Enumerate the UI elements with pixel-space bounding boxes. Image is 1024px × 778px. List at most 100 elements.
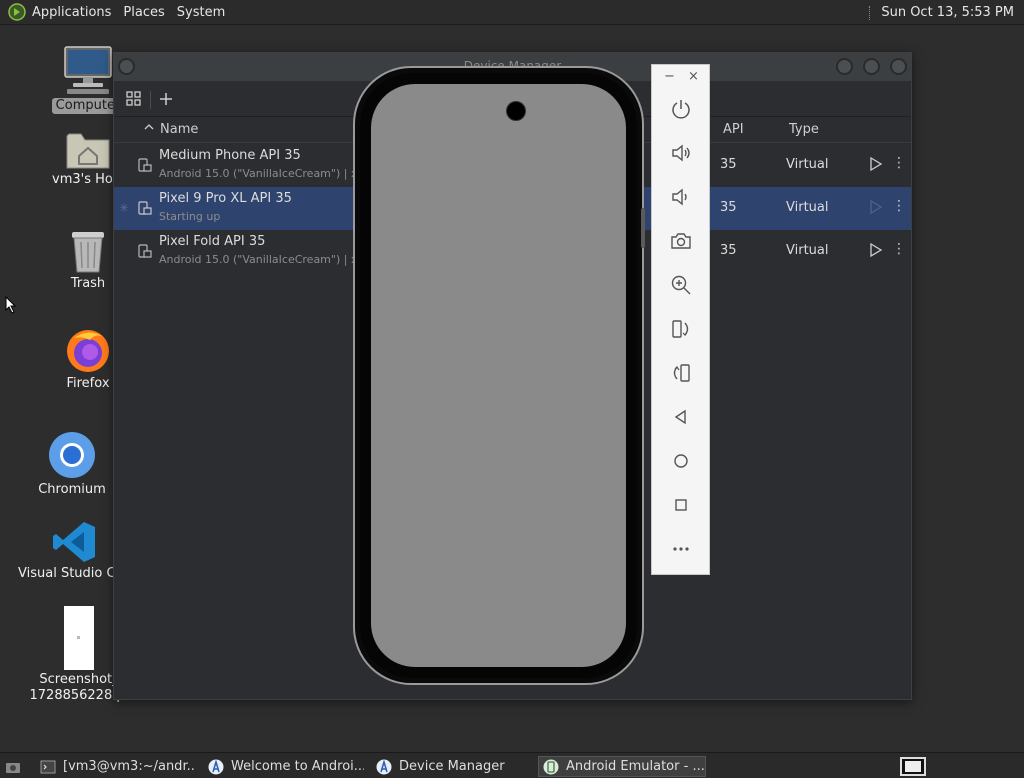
play-icon[interactable]: [869, 156, 883, 172]
clock-area[interactable]: Sun Oct 13, 5:53 PM: [869, 0, 1014, 25]
minimize-button[interactable]: [836, 58, 853, 75]
column-header-type[interactable]: Type: [789, 122, 819, 137]
device-type: Virtual: [786, 243, 829, 258]
show-desktop-icon: [6, 762, 20, 773]
rotate-left-button[interactable]: [668, 316, 694, 342]
workspace-switcher[interactable]: [900, 757, 926, 776]
more-options-icon[interactable]: ⋮: [892, 156, 906, 170]
more-icon: [673, 547, 689, 551]
rotate-right-icon: [673, 364, 690, 382]
grid-icon: [126, 91, 141, 106]
power-icon: [672, 100, 690, 119]
system-menu-label: System: [176, 4, 226, 20]
volume-up-icon: [672, 144, 690, 162]
taskbar-item-welcome[interactable]: Welcome to Androi...: [204, 756, 364, 777]
device-subtitle: Starting up: [159, 210, 221, 223]
clock: Sun Oct 13, 5:53 PM: [881, 5, 1014, 20]
device-type: Virtual: [786, 200, 829, 215]
show-desktop-button[interactable]: [2, 756, 24, 777]
places-menu[interactable]: Places: [117, 0, 170, 25]
device-subtitle: Android 15.0 ("VanillaIceCream") | x86: [159, 167, 354, 180]
column-header-api[interactable]: API: [723, 122, 744, 137]
rotate-left-icon: [672, 320, 689, 338]
emulator-phone-frame: [353, 66, 645, 685]
back-icon: [674, 409, 686, 425]
taskbar-item-label: [vm3@vm3:~/andr...: [63, 759, 194, 774]
home-button[interactable]: [668, 448, 694, 474]
taskbar-item-label: Device Manager: [399, 759, 505, 774]
taskbar-item-device-manager[interactable]: Device Manager: [372, 756, 532, 777]
emulator-control-panel: − ×: [651, 64, 710, 575]
device-name: Pixel 9 Pro XL API 35: [159, 191, 292, 206]
column-header-name[interactable]: Name: [160, 122, 198, 137]
volume-down-button[interactable]: [668, 184, 694, 210]
applications-menu[interactable]: Applications: [0, 0, 117, 25]
home-icon: [674, 454, 688, 468]
virtual-device-icon: [138, 201, 152, 215]
sort-ascending-icon[interactable]: [144, 121, 154, 136]
taskbar-item-label: Android Emulator - ...: [566, 759, 705, 774]
play-icon-disabled: [870, 199, 883, 215]
firefox-icon: [67, 330, 109, 372]
rotate-right-button[interactable]: [668, 360, 694, 386]
device-api: 35: [720, 200, 737, 215]
camera-icon: [671, 233, 691, 249]
system-menu[interactable]: System: [171, 0, 231, 25]
android-studio-icon: [376, 758, 392, 774]
taskbar-item-label: Welcome to Androi...: [231, 759, 364, 774]
taskbar-item-android-emulator[interactable]: Android Emulator - ...: [538, 756, 706, 777]
maximize-button[interactable]: [863, 58, 880, 75]
back-button[interactable]: [668, 404, 694, 430]
play-icon[interactable]: [869, 242, 883, 258]
minimize-emulator-button[interactable]: −: [664, 69, 675, 84]
phone-bezel: [360, 73, 637, 678]
toolbar-separator: [150, 91, 151, 109]
chromium-icon: [49, 432, 95, 478]
panel-separator: [869, 5, 871, 20]
top-panel: Applications Places System Sun Oct 13, 5…: [0, 0, 1024, 25]
workspace-active: [905, 761, 921, 772]
taskbar-item-terminal[interactable]: [vm3@vm3:~/andr...: [36, 756, 194, 777]
mouse-pointer-icon: [5, 296, 17, 314]
image-file-icon: [64, 606, 94, 670]
overview-icon: [675, 499, 687, 511]
home-folder-icon: [66, 133, 110, 169]
emulator-icon: [543, 759, 559, 774]
power-button[interactable]: [668, 96, 694, 122]
screenshot-button[interactable]: [668, 228, 694, 254]
plus-icon: [160, 93, 172, 105]
device-name: Medium Phone API 35: [159, 148, 301, 163]
close-emulator-button[interactable]: ×: [688, 69, 699, 84]
device-api: 35: [720, 243, 737, 258]
add-device-button[interactable]: [156, 89, 176, 109]
places-menu-label: Places: [123, 4, 165, 20]
phone-power-button: [641, 208, 645, 248]
more-controls-button[interactable]: [668, 536, 694, 562]
android-studio-icon: [208, 758, 224, 774]
loading-spinner-icon: ✳: [119, 201, 130, 215]
device-subtitle: Android 15.0 ("VanillaIceCream") | x86: [159, 253, 354, 266]
vscode-icon: [53, 522, 95, 562]
virtual-device-icon: [138, 158, 152, 172]
device-api: 35: [720, 157, 737, 172]
more-options-icon[interactable]: ⋮: [892, 199, 906, 213]
overview-button[interactable]: [668, 492, 694, 518]
volume-down-icon: [672, 188, 687, 206]
trash-icon: [72, 232, 104, 273]
applications-menu-label: Applications: [32, 4, 112, 20]
zoom-button[interactable]: [668, 272, 694, 298]
computer-icon: [64, 46, 112, 94]
distro-logo-icon: [8, 3, 26, 21]
bottom-taskbar: [vm3@vm3:~/andr... Welcome to Androi... …: [0, 752, 1024, 778]
grid-view-button[interactable]: [124, 89, 144, 109]
volume-up-button[interactable]: [668, 140, 694, 166]
camera-cutout-icon: [506, 101, 526, 121]
emulator-screen[interactable]: [371, 84, 626, 667]
device-name: Pixel Fold API 35: [159, 234, 266, 249]
terminal-icon: [40, 760, 56, 773]
virtual-device-icon: [138, 244, 152, 258]
close-button[interactable]: [890, 58, 907, 75]
control-panel-header: − ×: [652, 65, 709, 91]
device-type: Virtual: [786, 157, 829, 172]
more-options-icon[interactable]: ⋮: [892, 242, 906, 256]
